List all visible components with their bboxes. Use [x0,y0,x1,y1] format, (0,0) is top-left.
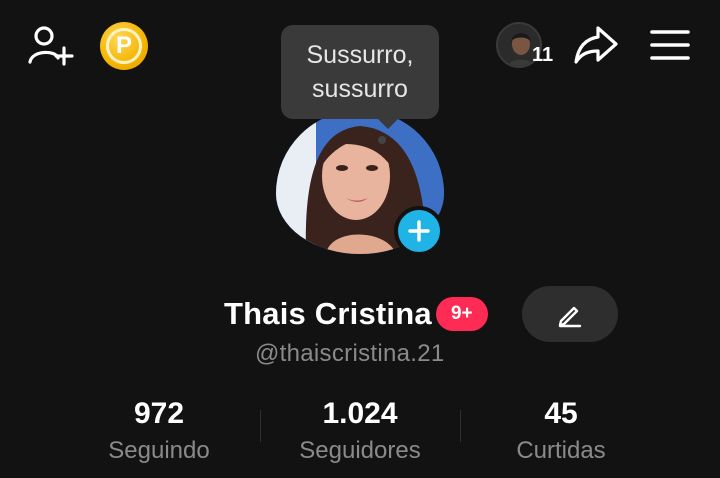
profile-name: Thais Cristina [224,296,432,331]
stat-label: Seguidores [299,437,421,464]
stat-value: 1.024 [322,397,398,430]
stat-likes[interactable]: 45 Curtidas [461,396,661,468]
profile-name-row: Thais Cristina 9+ [224,292,488,336]
profile-visitors-button[interactable]: 11 [496,22,558,70]
stat-label: Seguindo [108,437,210,464]
stat-value: 972 [133,397,185,430]
tooltip-arrow [378,119,398,129]
share-button[interactable] [570,22,622,68]
tooltip-line-2: sussurro [312,75,408,103]
pencil-icon [558,306,582,328]
add-friend-button[interactable] [26,22,76,68]
profile-screen: P 11 Sussurro, sussurro Thais Cristina 9… [0,0,720,478]
stat-following[interactable]: 972 Seguindo [59,396,259,468]
edit-profile-button[interactable] [522,286,618,342]
profile-username: @thaiscristina.21 [255,340,445,367]
menu-button[interactable] [644,22,696,68]
stat-followers[interactable]: 1.024 Seguidores [260,396,460,468]
whisper-tooltip[interactable]: Sussurro, sussurro [281,25,439,119]
stat-value: 45 [544,397,578,430]
notification-badge[interactable]: 9+ [435,297,488,331]
add-story-button[interactable] [394,206,444,256]
visitor-count: 11 [532,44,554,66]
plus-icon [408,220,430,242]
share-arrow-icon [574,26,618,64]
stat-label: Curtidas [516,437,606,464]
person-plus-icon [28,26,74,66]
hamburger-menu-icon [650,30,690,60]
coin-icon: P [106,28,142,64]
tooltip-line-1: Sussurro, [306,41,414,69]
coin-letter: P [115,32,132,59]
coin-button[interactable]: P [100,22,148,70]
